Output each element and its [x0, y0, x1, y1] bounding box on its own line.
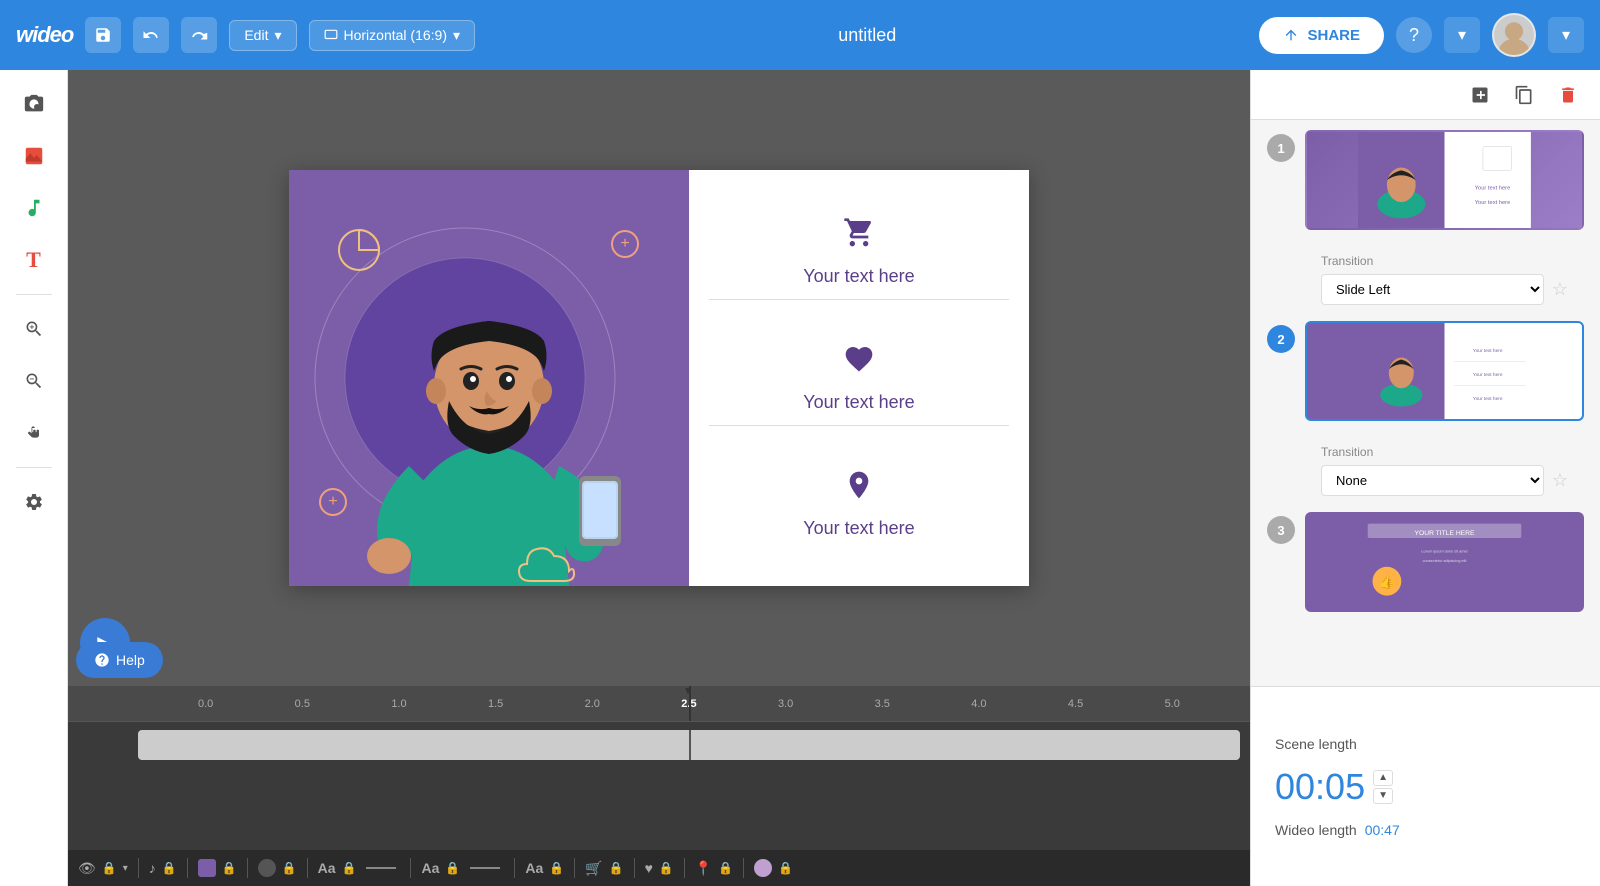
svg-text:Your text here: Your text here — [1473, 372, 1503, 378]
svg-text:Lorem ipsum dolor sit amet: Lorem ipsum dolor sit amet — [1421, 549, 1468, 553]
main-timeline-track[interactable] — [138, 730, 1240, 760]
scene-length-time: 00:05 ▲ ▼ — [1275, 766, 1576, 808]
zoom-in-button[interactable] — [12, 307, 56, 351]
slide-3-thumbnail[interactable]: YOUR TITLE HERE Lorem ipsum dolor sit am… — [1305, 512, 1584, 612]
redo-button[interactable] — [181, 17, 217, 53]
account-dropdown[interactable]: ▾ — [1548, 17, 1584, 53]
slide-section-3[interactable]: Your text here — [709, 457, 1009, 551]
location-icon — [843, 469, 875, 508]
slide-3-number: 3 — [1267, 516, 1295, 544]
slide-2-transition: Transition None Slide Left Slide Right F… — [1267, 437, 1584, 512]
wideo-length-row: Wideo length 00:47 — [1275, 822, 1576, 838]
timeline-area: 0.0 0.5 1.0 1.5 2.0 2.5 3.0 3.5 4.0 4.5 … — [68, 686, 1250, 886]
topbar: wideo Edit ▾ Horizontal (16:9) ▾ untitle… — [0, 0, 1600, 70]
slide-text-1[interactable]: Your text here — [803, 266, 914, 287]
slide-1-thumbnail[interactable]: Your text here Your text here — [1305, 130, 1584, 230]
transition-2-label: Transition — [1321, 445, 1568, 459]
svg-text:Your text here: Your text here — [1475, 200, 1511, 206]
save-button[interactable] — [85, 17, 121, 53]
image-track-swatch[interactable] — [754, 859, 772, 877]
left-toolbar: T — [0, 70, 68, 886]
document-title[interactable]: untitled — [487, 25, 1247, 46]
slide-left-panel: + + — [289, 170, 689, 586]
add-element-button-top[interactable]: + — [611, 230, 639, 258]
transition-2-favorite[interactable]: ☆ — [1552, 470, 1568, 491]
settings-tool-button[interactable] — [12, 480, 56, 524]
slide-1-transition: Transition Slide Left Slide Right Fade N… — [1267, 246, 1584, 321]
slide-1-row: 1 Your text here Your text here — [1267, 130, 1584, 230]
slide-2-thumbnail[interactable]: Your text here Your text here Your text … — [1305, 321, 1584, 421]
music-track-icon: ♪ — [149, 860, 156, 876]
music-tool-button[interactable] — [12, 186, 56, 230]
canvas-area: + + Your text here Your text here — [68, 70, 1250, 686]
svg-text:Your text here: Your text here — [1473, 396, 1503, 402]
timeline-element-tracks: 👁 🔒 ▾ ♪ 🔒 🔒 🔒 Aa 🔒 Aa 🔒 Aa 🔒 🛒 🔒 — [68, 850, 1250, 886]
edit-menu-button[interactable]: Edit ▾ — [229, 20, 296, 51]
slide-3-row: 3 YOUR TITLE HERE Lorem ipsum dolor sit … — [1267, 512, 1584, 612]
visibility-icon[interactable]: 👁 — [78, 860, 96, 877]
text-track-1-icon: Aa — [318, 860, 336, 876]
svg-text:YOUR TITLE HERE: YOUR TITLE HERE — [1415, 530, 1476, 537]
format-menu-button[interactable]: Horizontal (16:9) ▾ — [309, 20, 476, 51]
svg-text:Your text here: Your text here — [1475, 186, 1511, 192]
panel-toolbar — [1251, 70, 1600, 120]
camera-tool-button[interactable] — [12, 82, 56, 126]
slide-1-number: 1 — [1267, 134, 1295, 162]
slide-text-3[interactable]: Your text here — [803, 518, 914, 539]
text-track-2-icon: Aa — [421, 860, 439, 876]
image-tool-button[interactable] — [12, 134, 56, 178]
cart-icon — [843, 217, 875, 256]
slide-section-2[interactable]: Your text here — [709, 331, 1009, 426]
music-track-lock[interactable]: 🔒 — [162, 861, 177, 875]
bg-track-swatch[interactable] — [198, 859, 216, 877]
time-stepper: ▲ ▼ — [1373, 770, 1393, 804]
logo: wideo — [16, 22, 73, 48]
slide-canvas[interactable]: + + Your text here Your text here — [289, 170, 1029, 586]
help-icon-button[interactable]: ? — [1396, 17, 1432, 53]
time-increase-button[interactable]: ▲ — [1373, 770, 1393, 786]
slide-2-number: 2 — [1267, 325, 1295, 353]
slide-thumbnails: 1 Your text here Your text here — [1251, 120, 1600, 638]
slide-text-2[interactable]: Your text here — [803, 392, 914, 413]
heart-icon — [843, 343, 875, 382]
svg-text:Your text here: Your text here — [1473, 348, 1503, 354]
transition-1-select[interactable]: Slide Left Slide Right Fade None — [1321, 274, 1544, 305]
slide-2-row: 2 Your text here Your text here Your tex… — [1267, 321, 1584, 421]
help-button[interactable]: Help — [76, 642, 163, 678]
share-button[interactable]: SHARE — [1259, 17, 1384, 54]
cart-track-icon: 🛒 — [585, 860, 602, 877]
timeline-ruler[interactable]: 0.0 0.5 1.0 1.5 2.0 2.5 3.0 3.5 4.0 4.5 … — [68, 686, 1250, 722]
avatar[interactable] — [1492, 13, 1536, 57]
heart-track-icon: ♥ — [645, 860, 653, 876]
user-menu-dropdown[interactable]: ▾ — [1444, 17, 1480, 53]
time-decrease-button[interactable]: ▼ — [1373, 788, 1393, 804]
transition-2-select[interactable]: None Slide Left Slide Right Fade — [1321, 465, 1544, 496]
transition-1-label: Transition — [1321, 254, 1568, 268]
text-tool-button[interactable]: T — [12, 238, 56, 282]
wideo-length-time: 00:47 — [1365, 822, 1400, 838]
add-element-button-bottom[interactable]: + — [319, 488, 347, 516]
svg-text:consectetur adipiscing elit: consectetur adipiscing elit — [1423, 559, 1468, 563]
zoom-out-button[interactable] — [12, 359, 56, 403]
undo-button[interactable] — [133, 17, 169, 53]
duplicate-slide-button[interactable] — [1508, 79, 1540, 111]
lock-icon[interactable]: 🔒 — [102, 861, 117, 875]
text-track-3-icon: Aa — [525, 860, 543, 876]
shape-track-swatch[interactable] — [258, 859, 276, 877]
add-slide-button[interactable] — [1464, 79, 1496, 111]
delete-slide-button[interactable] — [1552, 79, 1584, 111]
scene-length-label: Scene length — [1275, 736, 1576, 752]
slide-section-1[interactable]: Your text here — [709, 205, 1009, 300]
pan-tool-button[interactable] — [12, 411, 56, 455]
scene-length-panel: Scene length 00:05 ▲ ▼ Wideo length 00:4… — [1250, 686, 1600, 886]
timeline-tracks — [68, 722, 1250, 850]
svg-text:👍: 👍 — [1379, 573, 1396, 589]
location-track-icon: 📍 — [695, 860, 712, 877]
transition-1-favorite[interactable]: ☆ — [1552, 279, 1568, 300]
slide-right-panel: Your text here Your text here Your text … — [689, 170, 1029, 586]
